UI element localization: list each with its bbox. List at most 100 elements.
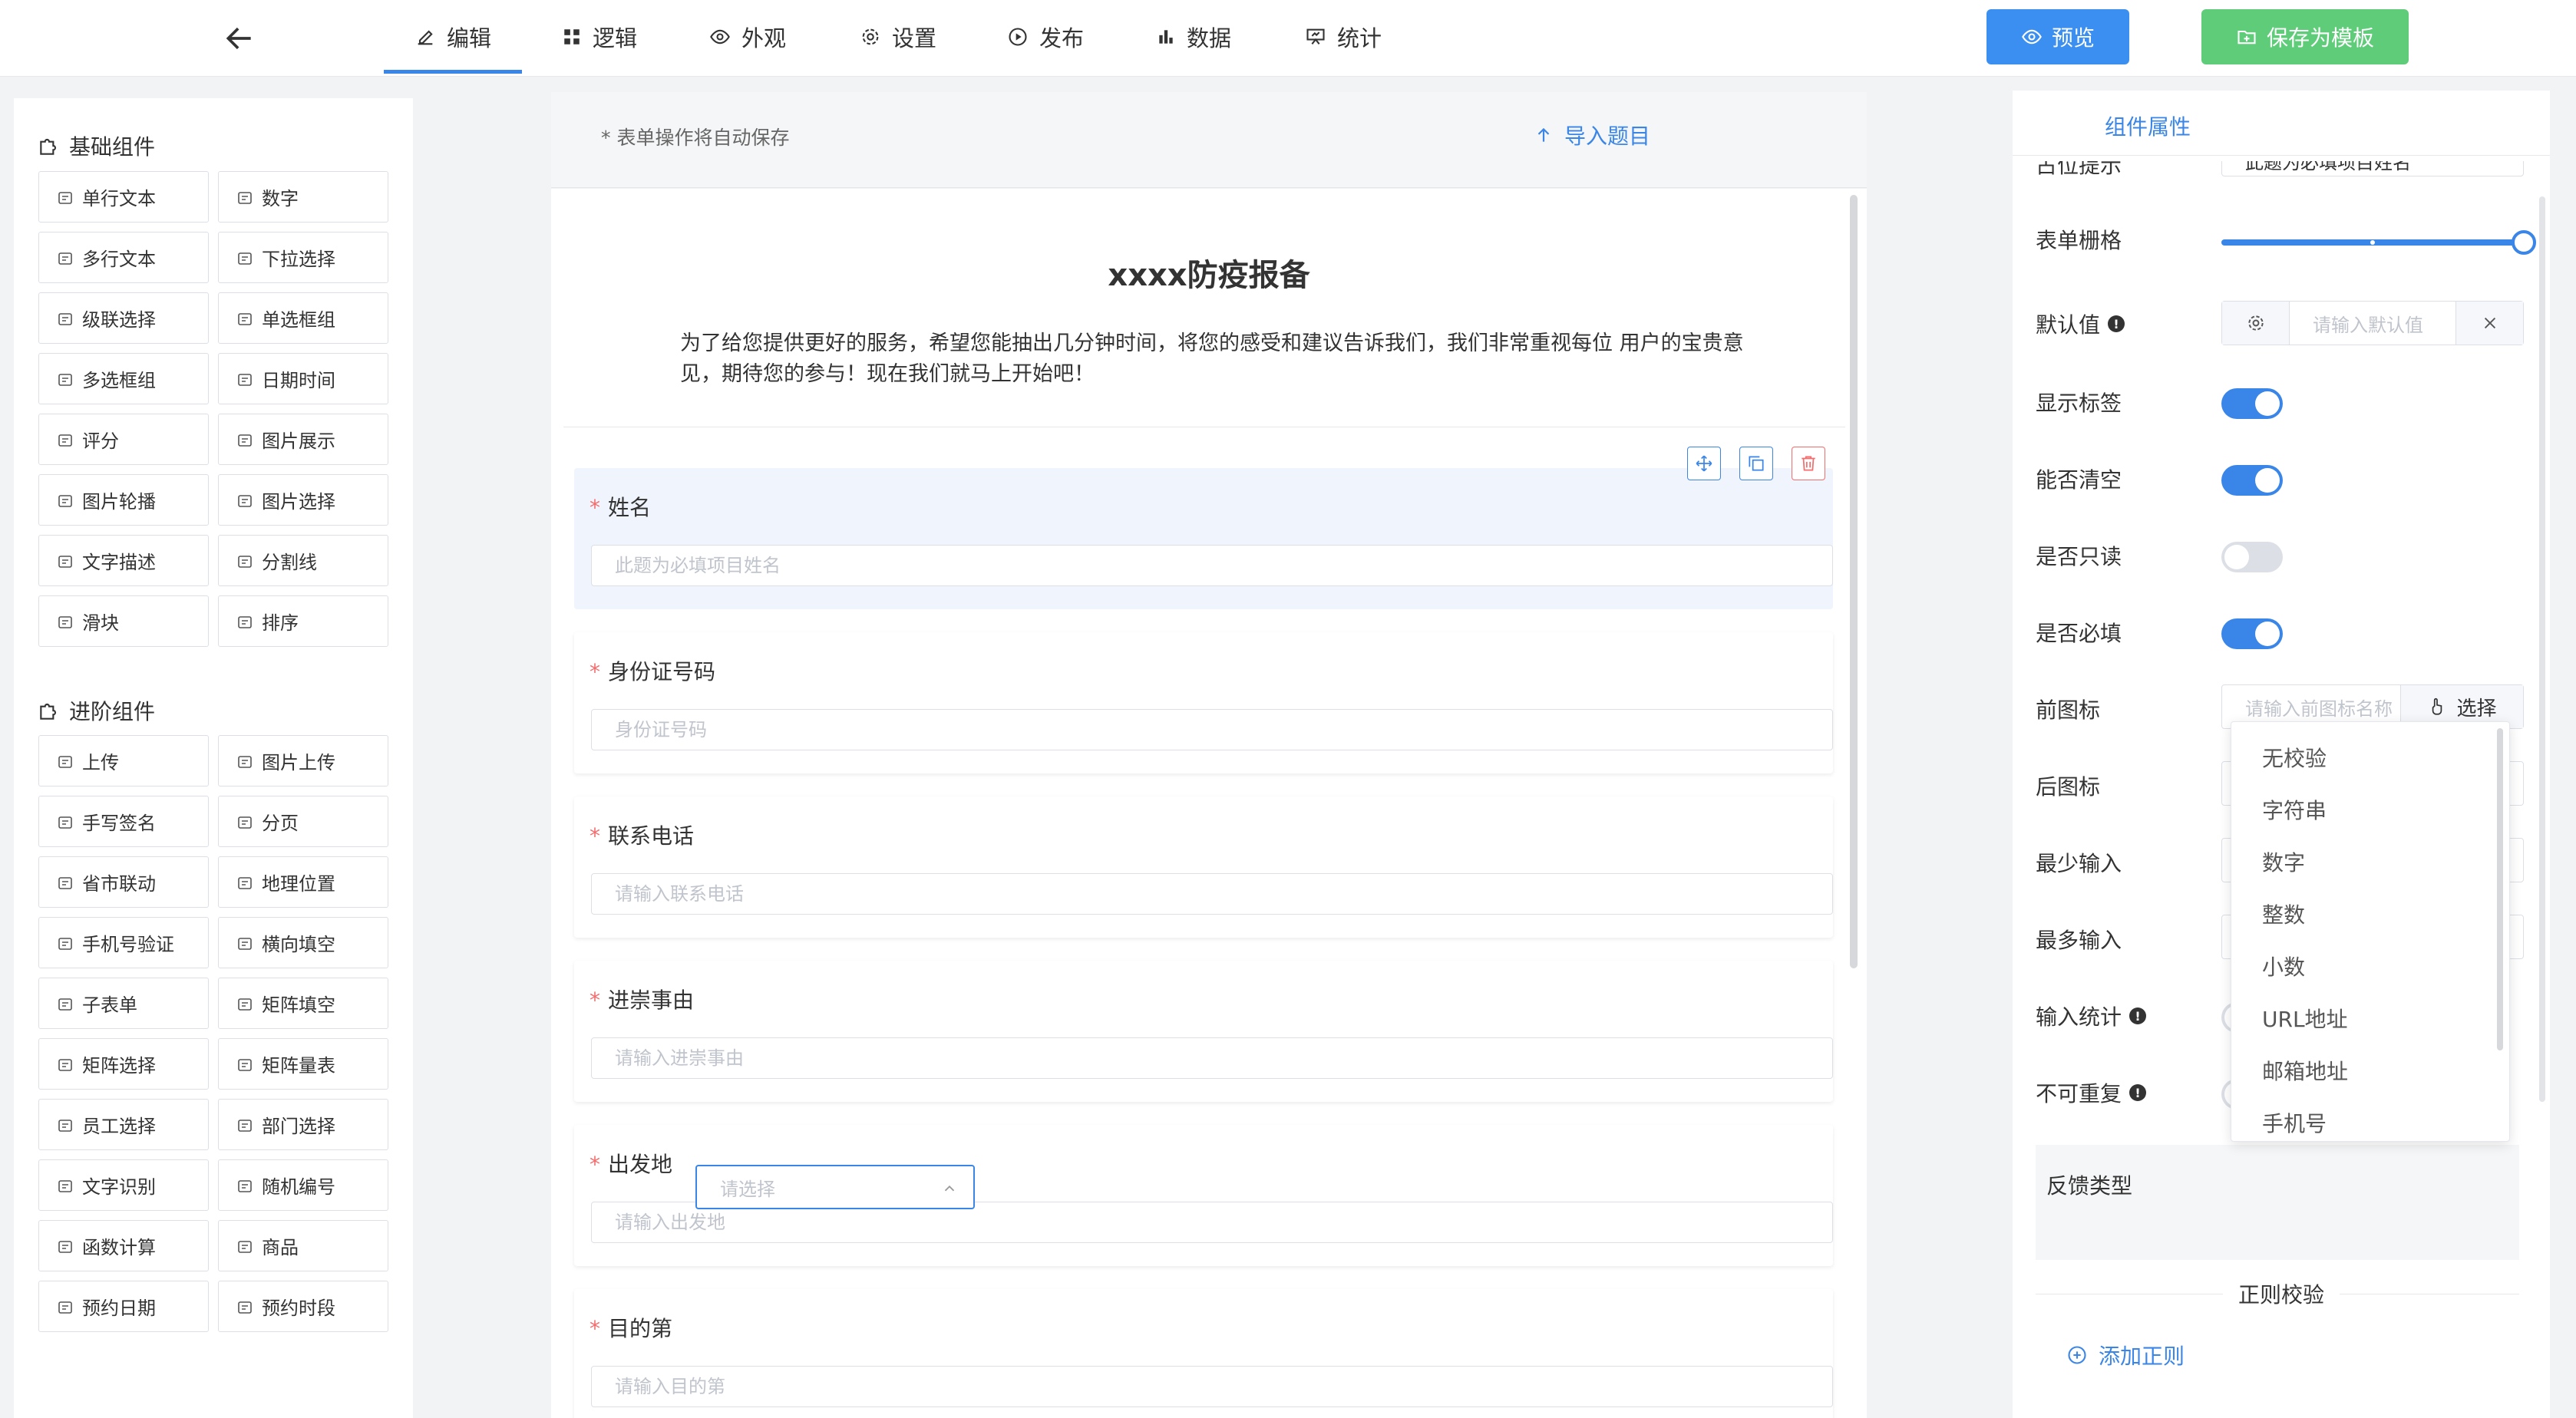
destination-input[interactable] xyxy=(591,1366,1833,1407)
component-label: 部门选择 xyxy=(262,1116,335,1137)
import-questions-link[interactable]: 导入题目 xyxy=(1534,120,1650,150)
prefix-icon-input[interactable]: 请输入前图标名称 xyxy=(2222,694,2400,721)
back-arrow-icon[interactable] xyxy=(223,21,256,55)
component-palette: 基础组件 单行文本 数字 多行文本 下拉选择 级联选择 单选框组 多选框组 日期时间 评分 图片展… xyxy=(14,98,413,1418)
tab-settings[interactable]: 设置 xyxy=(860,0,936,74)
component-item[interactable]: 排序 xyxy=(218,595,388,647)
component-item[interactable]: 日期时间 xyxy=(218,353,388,404)
property-panel-scrollbar[interactable] xyxy=(2539,196,2545,1102)
form-field-phone[interactable]: * 联系电话 xyxy=(574,796,1833,938)
tab-publish[interactable]: 发布 xyxy=(1007,0,1084,74)
dropdown-option[interactable]: 数字 xyxy=(2262,846,2305,877)
component-item[interactable]: 多选框组 xyxy=(38,353,209,404)
default-settings-button[interactable] xyxy=(2222,302,2290,345)
component-item[interactable]: 下拉选择 xyxy=(218,232,388,283)
component-item[interactable]: 预约时段 xyxy=(218,1281,388,1332)
component-item[interactable]: 手写签名 xyxy=(38,796,209,847)
dropdown-option[interactable]: 字符串 xyxy=(2262,794,2327,825)
component-item[interactable]: 预约日期 xyxy=(38,1281,209,1332)
field-label: * 进崇事由 xyxy=(590,988,695,1013)
readonly-switch[interactable] xyxy=(2221,542,2283,572)
component-item[interactable]: 文字识别 xyxy=(38,1159,209,1211)
reason-input[interactable] xyxy=(591,1037,1833,1079)
move-field-button[interactable] xyxy=(1687,447,1721,480)
component-item[interactable]: 员工选择 xyxy=(38,1099,209,1150)
canvas-scrollbar[interactable] xyxy=(1850,195,1858,968)
component-item[interactable]: 商品 xyxy=(218,1220,388,1271)
add-regex-button[interactable]: 添加正则 xyxy=(2066,1340,2185,1370)
component-icon xyxy=(56,550,74,572)
clearable-switch[interactable] xyxy=(2221,465,2283,496)
preview-button[interactable]: 预览 xyxy=(1986,9,2129,64)
slider-handle[interactable] xyxy=(2512,230,2536,255)
readonly-label: 是否只读 xyxy=(2036,544,2122,569)
required-switch[interactable] xyxy=(2221,618,2283,649)
tab-edit[interactable]: 编辑 xyxy=(383,0,523,74)
component-item[interactable]: 矩阵量表 xyxy=(218,1038,388,1090)
clear-default-button[interactable] xyxy=(2455,302,2523,345)
dropdown-option[interactable]: 手机号 xyxy=(2262,1107,2327,1138)
id-number-input[interactable] xyxy=(591,709,1833,750)
phone-input[interactable] xyxy=(591,873,1833,915)
tab-divider xyxy=(2013,155,2550,156)
component-item[interactable]: 手机号验证 xyxy=(38,917,209,968)
component-item[interactable]: 地理位置 xyxy=(218,856,388,908)
tab-component-properties[interactable]: 组件属性 xyxy=(2105,110,2191,141)
info-icon[interactable]: ! xyxy=(2129,1007,2147,1024)
component-icon xyxy=(236,368,254,390)
form-field-id-number[interactable]: * 身份证号码 xyxy=(574,632,1833,773)
form-field-reason[interactable]: * 进崇事由 xyxy=(574,961,1833,1102)
required-mark: * xyxy=(590,659,600,684)
component-item[interactable]: 多行文本 xyxy=(38,232,209,283)
component-item[interactable]: 矩阵填空 xyxy=(218,978,388,1029)
form-grid-slider[interactable] xyxy=(2221,230,2536,255)
component-item[interactable]: 横向填空 xyxy=(218,917,388,968)
component-item[interactable]: 上传 xyxy=(38,735,209,786)
save-as-template-button[interactable]: 保存为模板 xyxy=(2201,9,2409,64)
tab-logic[interactable]: 逻辑 xyxy=(562,0,637,74)
component-item[interactable]: 分割线 xyxy=(218,535,388,586)
component-item[interactable]: 级联选择 xyxy=(38,292,209,344)
tab-appearance[interactable]: 外观 xyxy=(709,0,786,74)
name-input[interactable] xyxy=(591,545,1833,586)
info-icon[interactable]: ! xyxy=(2129,1084,2147,1101)
tab-statistics[interactable]: 统计 xyxy=(1305,0,1382,74)
component-item[interactable]: 矩阵选择 xyxy=(38,1038,209,1090)
dropdown-option[interactable]: 无校验 xyxy=(2262,742,2327,773)
component-item[interactable]: 图片选择 xyxy=(218,474,388,526)
delete-field-button[interactable] xyxy=(1792,447,1825,480)
copy-field-button[interactable] xyxy=(1739,447,1773,480)
component-item[interactable]: 随机编号 xyxy=(218,1159,388,1211)
component-item[interactable]: 单行文本 xyxy=(38,171,209,223)
dropdown-scrollbar[interactable] xyxy=(2497,728,2503,1050)
component-item[interactable]: 分页 xyxy=(218,796,388,847)
component-item[interactable]: 部门选择 xyxy=(218,1099,388,1150)
dropdown-option[interactable]: 小数 xyxy=(2262,951,2305,981)
form-title[interactable]: xxxx防疫报备 xyxy=(551,250,1867,295)
component-item[interactable]: 函数计算 xyxy=(38,1220,209,1271)
form-field-name[interactable]: * 姓名 xyxy=(574,447,1833,609)
form-description[interactable]: 为了给您提供更好的服务，希望您能抽出几分钟时间，将您的感受和建议告诉我们，我们非… xyxy=(680,328,1770,390)
feedback-type-select[interactable]: 请选择 xyxy=(695,1165,975,1209)
advanced-components-title: 进阶组件 xyxy=(37,695,155,726)
component-item[interactable]: 图片展示 xyxy=(218,414,388,465)
component-item[interactable]: 滑块 xyxy=(38,595,209,647)
dropdown-option[interactable]: URL地址 xyxy=(2262,1003,2348,1034)
dropdown-option[interactable]: 整数 xyxy=(2262,899,2305,929)
default-value-input[interactable]: 请输入默认值 xyxy=(2290,310,2455,337)
component-item[interactable]: 省市联动 xyxy=(38,856,209,908)
component-item[interactable]: 单选框组 xyxy=(218,292,388,344)
show-label-switch[interactable] xyxy=(2221,388,2283,419)
component-item[interactable]: 文字描述 xyxy=(38,535,209,586)
tab-data[interactable]: 数据 xyxy=(1156,0,1231,74)
info-icon[interactable]: ! xyxy=(2108,315,2125,332)
component-item[interactable]: 子表单 xyxy=(38,978,209,1029)
component-icon xyxy=(56,368,74,390)
dropdown-option[interactable]: 邮箱地址 xyxy=(2262,1055,2348,1086)
component-item[interactable]: 数字 xyxy=(218,171,388,223)
form-field-destination[interactable]: * 目的第 xyxy=(574,1289,1833,1418)
component-item[interactable]: 图片轮播 xyxy=(38,474,209,526)
component-item[interactable]: 图片上传 xyxy=(218,735,388,786)
component-item[interactable]: 评分 xyxy=(38,414,209,465)
component-icon xyxy=(236,993,254,1014)
